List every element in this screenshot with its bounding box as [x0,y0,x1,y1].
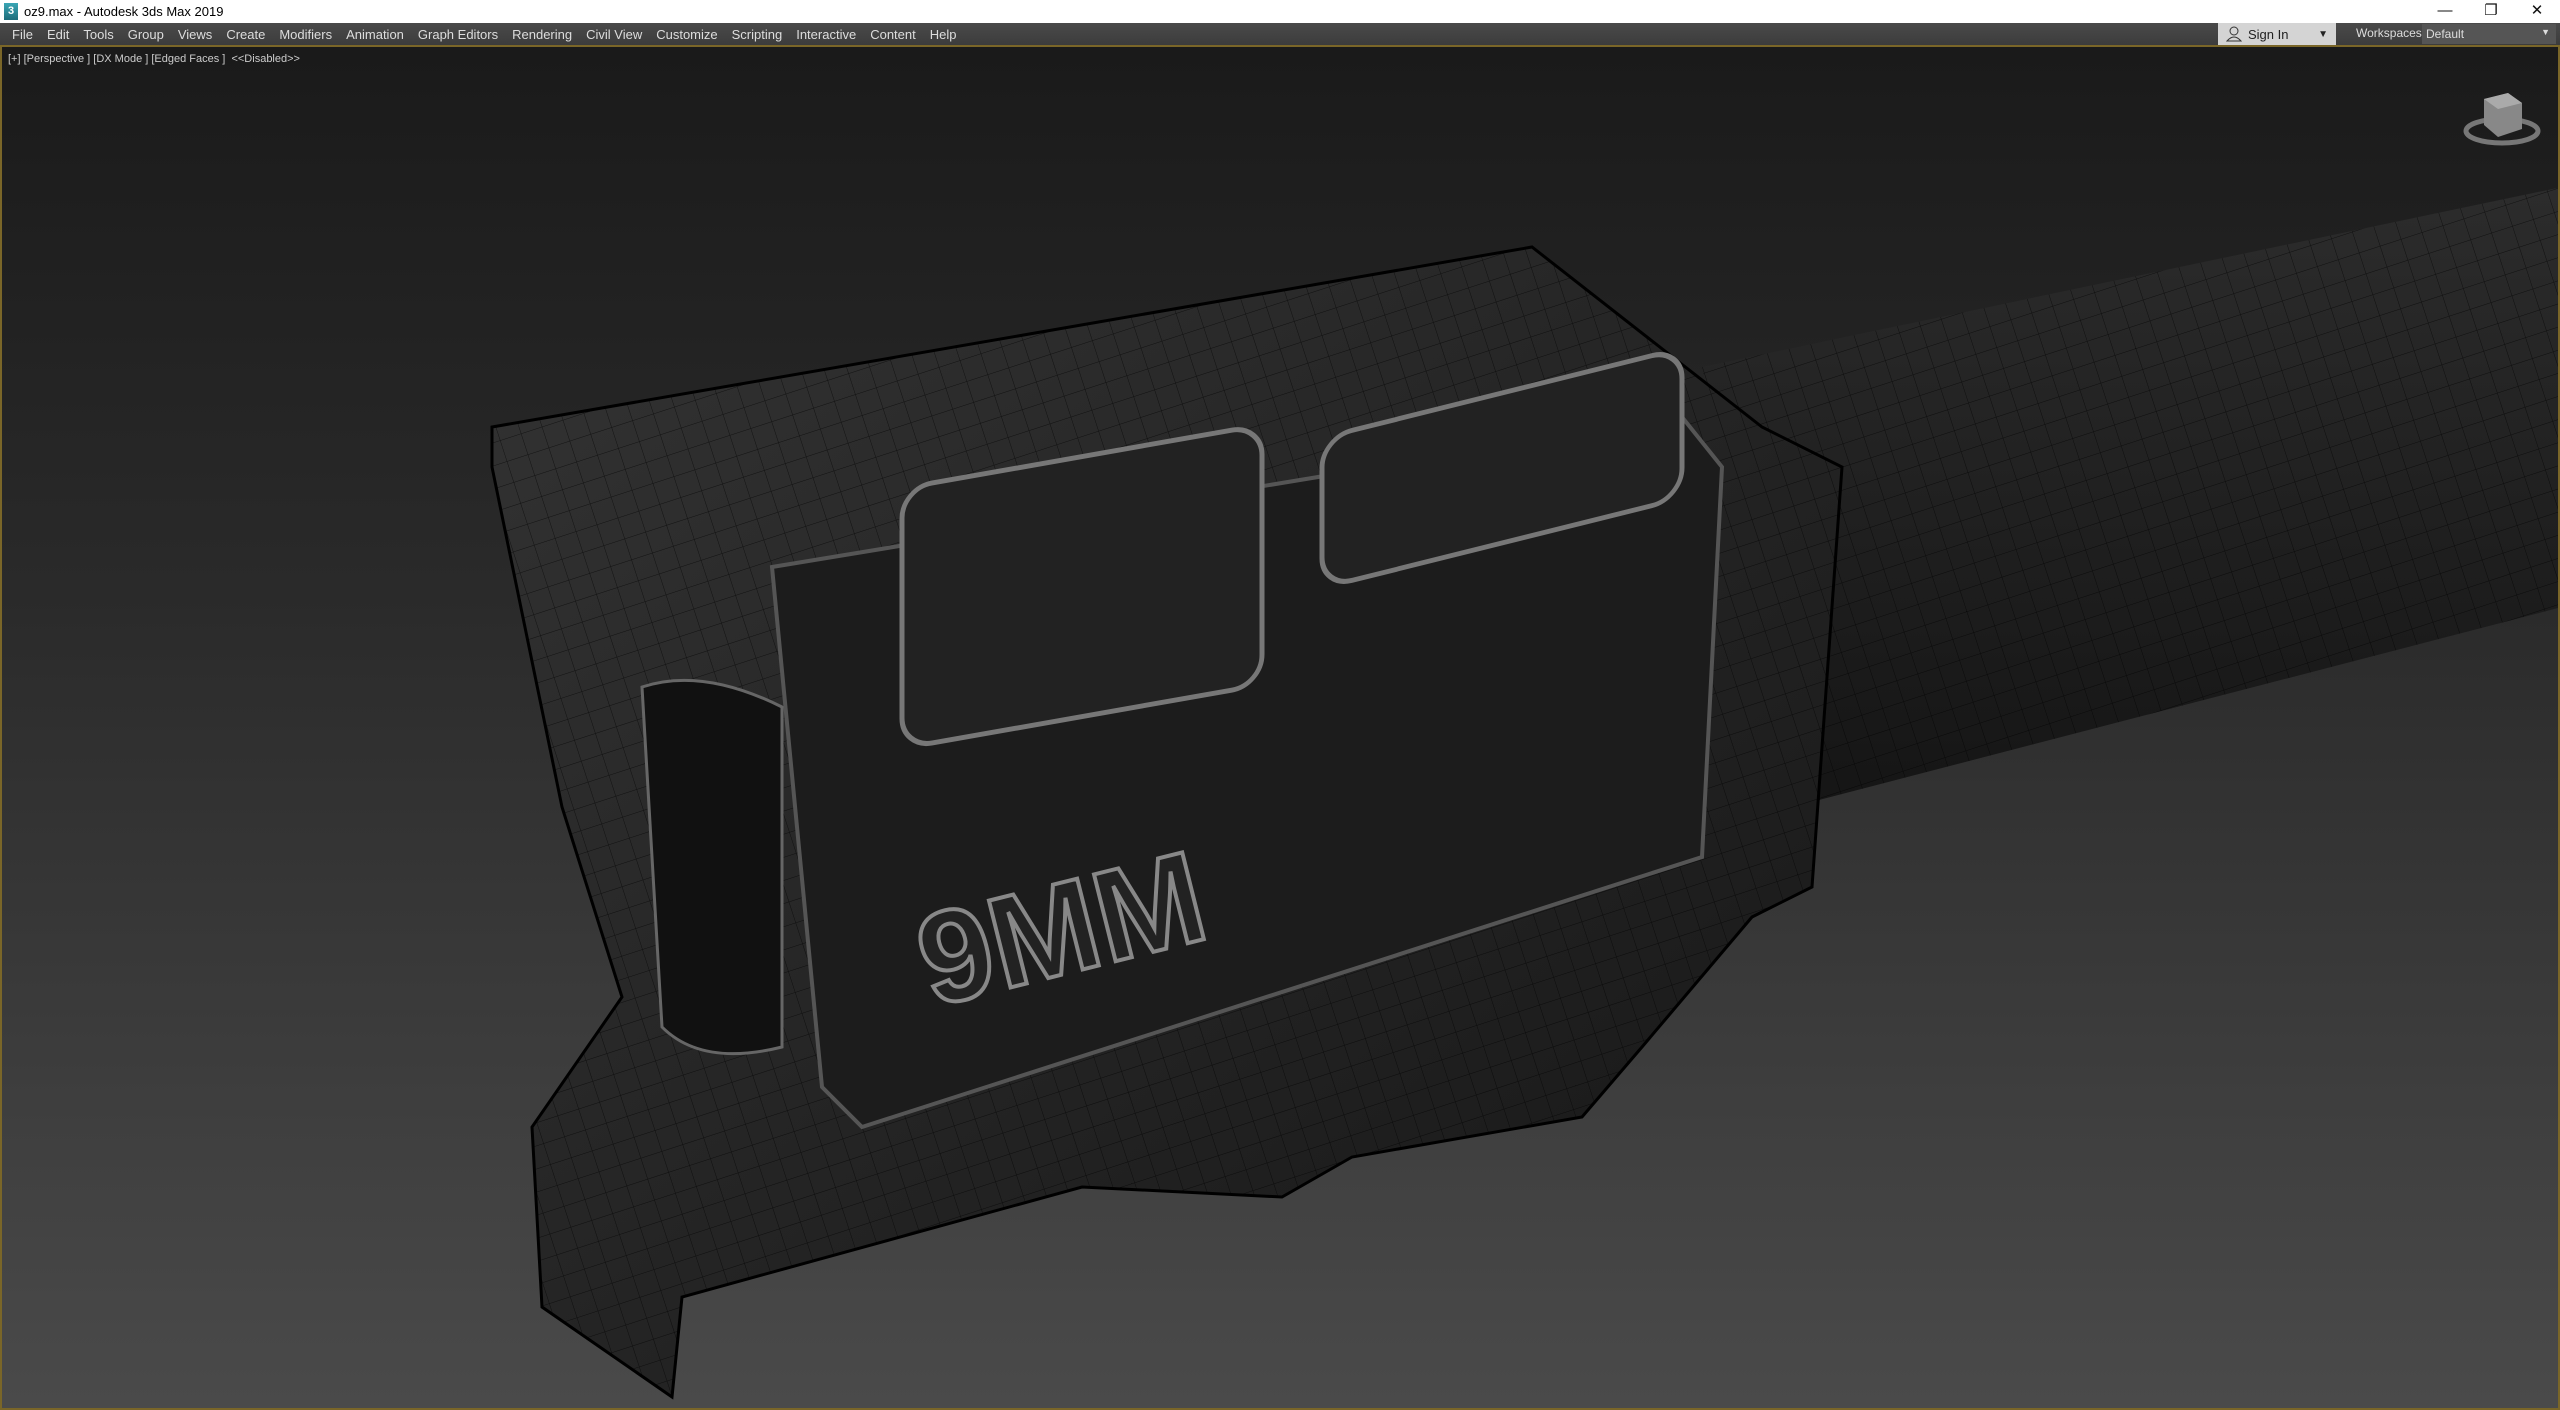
workspaces-dropdown[interactable]: Default ▼ [2422,24,2556,44]
menu-scripting[interactable]: Scripting [732,27,795,42]
menu-tools[interactable]: Tools [83,27,125,42]
sign-in-button[interactable]: Sign In ▼ [2218,23,2336,45]
close-button[interactable]: ✕ [2514,0,2560,23]
app-icon: 3 [4,3,18,20]
restore-button[interactable]: ❐ [2468,0,2514,23]
workspaces-value: Default [2426,27,2465,41]
perspective-viewport[interactable]: 9MM [+] [Perspective ] [DX Mode ] [Edged… [0,45,2560,1410]
chevron-down-icon: ▼ [2541,27,2550,37]
menu-animation[interactable]: Animation [346,27,416,42]
menu-customize[interactable]: Customize [656,27,729,42]
menu-edit[interactable]: Edit [47,27,81,42]
chevron-down-icon: ▼ [2318,28,2328,40]
user-icon [2226,26,2242,42]
viewport-label[interactable]: [+] [Perspective ] [DX Mode ] [Edged Fac… [8,53,300,65]
menu-create[interactable]: Create [226,27,277,42]
menu-graph-editors[interactable]: Graph Editors [418,27,510,42]
viewcube-icon[interactable] [2462,81,2542,151]
sign-in-label: Sign In [2248,26,2289,42]
menu-group[interactable]: Group [128,27,176,42]
menu-modifiers[interactable]: Modifiers [279,27,344,42]
menu-file[interactable]: File [12,27,45,42]
window-title: oz9.max - Autodesk 3ds Max 2019 [24,4,224,19]
menu-views[interactable]: Views [178,27,224,42]
workspaces-label: Workspaces: [2356,26,2426,40]
menu-rendering[interactable]: Rendering [512,27,584,42]
menu-content[interactable]: Content [870,27,928,42]
minimize-button[interactable]: — [2422,0,2468,23]
menu-help[interactable]: Help [930,27,969,42]
menu-civil-view[interactable]: Civil View [586,27,654,42]
3d-model-render: 9MM [490,187,2558,1400]
menu-bar: File Edit Tools Group Views Create Modif… [0,23,2560,45]
title-bar: 3 oz9.max - Autodesk 3ds Max 2019 — ❐ ✕ [0,0,2560,23]
menu-interactive[interactable]: Interactive [796,27,868,42]
